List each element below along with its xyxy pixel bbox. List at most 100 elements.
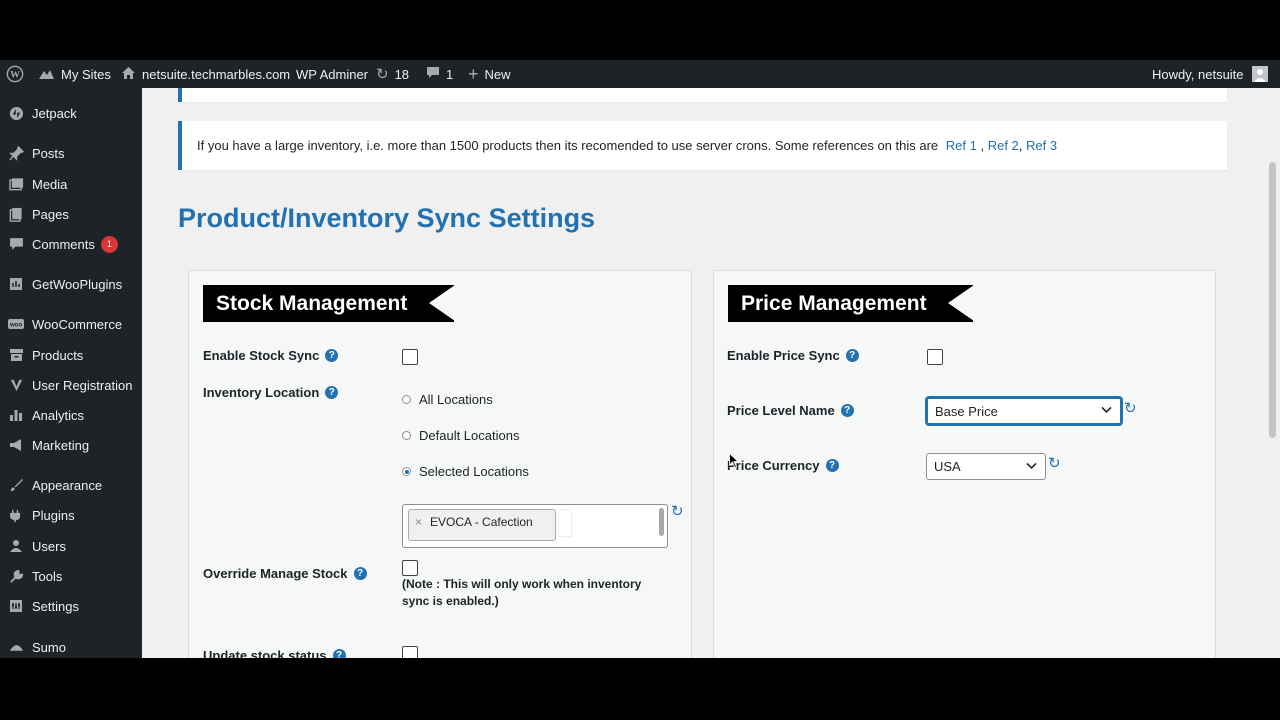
price-level-name-text: Price Level Name — [727, 403, 835, 418]
sidebar-item-label: Users — [32, 538, 66, 554]
override-manage-stock-checkbox[interactable] — [402, 560, 418, 576]
stock-management-panel: Stock Management Enable Stock Sync ? Inv… — [188, 270, 692, 658]
ref-2-link[interactable]: Ref 2 — [988, 138, 1019, 153]
sidebar-item-label: Products — [32, 347, 84, 363]
sidebar-item-appearance[interactable]: Appearance — [0, 470, 142, 500]
help-icon[interactable]: ? — [840, 404, 854, 417]
override-manage-stock-label: Override Manage Stock ? — [203, 566, 367, 581]
sidebar-item-media[interactable]: Media — [0, 169, 142, 199]
help-icon[interactable]: ? — [845, 349, 859, 362]
sidebar-item-products[interactable]: Products — [0, 340, 142, 370]
help-icon[interactable]: ? — [325, 349, 339, 362]
new-content-menu[interactable]: + New — [468, 60, 511, 88]
radio-button[interactable] — [402, 395, 411, 404]
admin-sidebar: Jetpack Posts Media Pages Comments 1 Get… — [0, 88, 142, 658]
comments-count: 1 — [446, 66, 454, 82]
location-multiselect[interactable]: × EVOCA - Cafection — [402, 504, 668, 548]
update-stock-status-label: Update stock status ? — [203, 648, 346, 658]
wp-adminer-link[interactable]: WP Adminer — [296, 60, 368, 88]
sidebar-item-user-registration[interactable]: User Registration — [0, 370, 142, 400]
override-manage-stock-text: Override Manage Stock — [203, 566, 348, 581]
avatar — [1251, 66, 1268, 82]
settings-icon — [8, 598, 24, 614]
page-title: Product/Inventory Sync Settings — [178, 203, 596, 233]
pin-icon — [8, 145, 24, 161]
inventory-location-text: Inventory Location — [203, 385, 320, 400]
sidebar-item-label: Pages — [32, 206, 69, 222]
ref-separator-1: , — [976, 138, 988, 153]
sidebar-item-comments[interactable]: Comments 1 — [0, 229, 142, 259]
radio-default-locations[interactable]: Default Locations — [402, 428, 519, 443]
home-icon — [121, 66, 136, 83]
help-icon[interactable]: ? — [825, 459, 839, 472]
site-url-label: netsuite.techmarbles.com — [142, 66, 291, 82]
page-scrollbar-thumb[interactable] — [1269, 162, 1276, 438]
sidebar-item-settings[interactable]: Settings — [0, 591, 142, 621]
refresh-locations-icon[interactable]: ↻ — [671, 504, 684, 519]
sidebar-item-getwooplugins[interactable]: GetWooPlugins — [0, 269, 142, 299]
price-heading-text: Price Management — [741, 291, 927, 315]
ref-1-link[interactable]: Ref 1 — [946, 138, 977, 153]
radio-all-locations[interactable]: All Locations — [402, 392, 493, 407]
enable-price-sync-label: Enable Price Sync ? — [727, 348, 859, 363]
sidebar-item-label: GetWooPlugins — [32, 276, 123, 292]
notice-top — [178, 88, 1227, 102]
price-management-panel: Price Management Enable Price Sync ? Pri… — [713, 270, 1216, 658]
selected-location-tag: × EVOCA - Cafection — [408, 509, 556, 541]
wordpress-logo-icon[interactable]: W — [6, 60, 24, 88]
cron-notice-text: If you have a large inventory, i.e. more… — [197, 138, 939, 153]
price-level-name-label: Price Level Name ? — [727, 403, 854, 418]
enable-price-sync-text: Enable Price Sync — [727, 348, 840, 363]
multiselect-scrollbar[interactable] — [659, 508, 664, 536]
sidebar-item-pages[interactable]: Pages — [0, 199, 142, 229]
comments-link[interactable]: 1 — [426, 60, 453, 88]
my-sites-menu[interactable]: My Sites — [38, 60, 111, 88]
sidebar-item-users[interactable]: Users — [0, 531, 142, 561]
site-name-menu[interactable]: netsuite.techmarbles.com — [121, 60, 290, 88]
remove-tag-icon[interactable]: × — [415, 515, 422, 529]
sites-icon — [38, 66, 55, 83]
sidebar-item-plugins[interactable]: Plugins — [0, 500, 142, 530]
page-scrollbar[interactable] — [1266, 88, 1280, 658]
media-icon — [8, 176, 24, 192]
enable-stock-sync-checkbox[interactable] — [402, 349, 418, 365]
sidebar-item-posts[interactable]: Posts — [0, 138, 142, 168]
plus-icon: + — [468, 64, 479, 84]
price-level-select[interactable]: Base Price — [926, 397, 1122, 425]
stock-heading-text: Stock Management — [216, 291, 408, 315]
sidebar-item-label: Media — [32, 176, 68, 192]
refresh-currency-icon[interactable]: ↻ — [1048, 456, 1061, 471]
cron-notice: If you have a large inventory, i.e. more… — [178, 121, 1227, 170]
sidebar-item-label: Tools — [32, 568, 63, 584]
howdy-label: Howdy, netsuite — [1152, 66, 1244, 82]
radio-selected-locations[interactable]: Selected Locations — [402, 464, 529, 479]
update-stock-status-checkbox[interactable] — [402, 646, 418, 658]
sidebar-item-analytics[interactable]: Analytics — [0, 400, 142, 430]
help-icon[interactable]: ? — [353, 567, 367, 580]
tag-input[interactable] — [558, 509, 572, 537]
sidebar-item-label: User Registration — [32, 377, 133, 393]
sidebar-item-woocommerce[interactable]: woo WooCommerce — [0, 309, 142, 339]
account-menu[interactable]: Howdy, netsuite — [1152, 60, 1268, 88]
sidebar-item-sumo[interactable]: Sumo — [0, 632, 142, 658]
sidebar-item-tools[interactable]: Tools — [0, 561, 142, 591]
pages-icon — [8, 206, 24, 222]
updates-link[interactable]: ↻ 18 — [376, 60, 409, 88]
comment-bubble-icon — [426, 66, 440, 82]
help-icon[interactable]: ? — [332, 649, 346, 658]
admin-bar: W My Sites netsuite.techmarbles.com WP A… — [0, 60, 1280, 88]
sidebar-item-jetpack[interactable]: Jetpack — [0, 98, 142, 128]
sidebar-item-marketing[interactable]: Marketing — [0, 430, 142, 460]
price-management-heading: Price Management — [728, 285, 974, 322]
refresh-price-levels-icon[interactable]: ↻ — [1124, 401, 1137, 416]
radio-label: All Locations — [419, 392, 493, 407]
plug-icon — [8, 507, 24, 523]
comments-badge: 1 — [100, 235, 118, 253]
radio-button-checked[interactable] — [402, 467, 411, 476]
updates-icon: ↻ — [376, 65, 389, 83]
price-currency-select[interactable]: USA — [926, 453, 1046, 480]
enable-price-sync-checkbox[interactable] — [927, 349, 943, 365]
ref-3-link[interactable]: Ref 3 — [1026, 138, 1057, 153]
help-icon[interactable]: ? — [325, 386, 339, 399]
radio-button[interactable] — [402, 431, 411, 440]
